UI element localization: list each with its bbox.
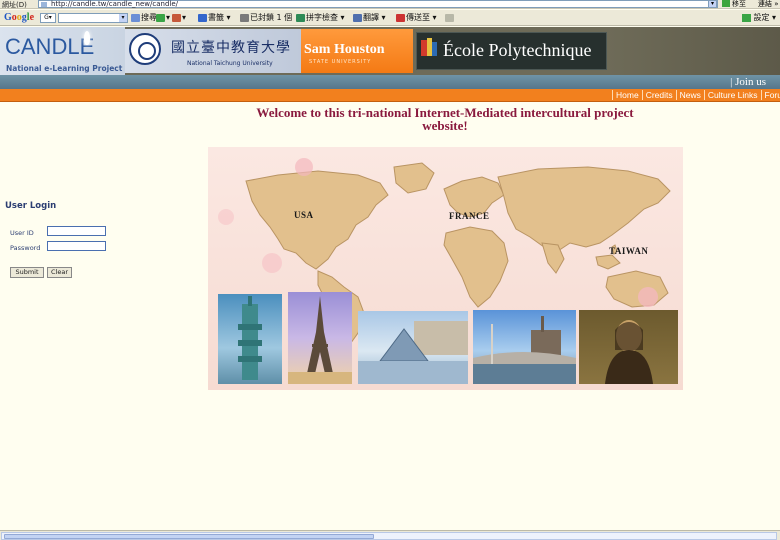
popup-blocker-icon bbox=[172, 13, 181, 22]
send-to-icon bbox=[396, 13, 405, 22]
address-bar: 網址(D) http://candle.tw/candle_new/candle… bbox=[0, 0, 780, 9]
map-label-france: FRANCE bbox=[449, 211, 490, 221]
user-id-label: User ID bbox=[10, 229, 34, 237]
ntcu-logo[interactable]: 國立臺中教育大學 National Taichung University bbox=[125, 29, 301, 73]
links-button[interactable]: 連結 » bbox=[758, 0, 779, 8]
translate-icon bbox=[353, 13, 362, 22]
status-bar bbox=[0, 530, 780, 540]
welcome-heading: Welcome to this tri-national Internet-Me… bbox=[200, 106, 690, 132]
page-icon bbox=[41, 2, 47, 7]
highlight-button[interactable] bbox=[445, 13, 455, 23]
scrollbar-thumb[interactable] bbox=[4, 534, 374, 539]
candle-subtitle: National e-Learning Project bbox=[6, 64, 123, 73]
spellcheck-button[interactable]: 拼字檢查 ▾ bbox=[296, 13, 345, 23]
polytechnique-emblem-icon bbox=[421, 38, 437, 56]
address-dropdown-icon[interactable]: ▾ bbox=[708, 0, 717, 8]
pagerank-icon bbox=[156, 13, 165, 22]
translate-button[interactable]: 翻譯 ▾ bbox=[353, 13, 386, 23]
user-id-input[interactable] bbox=[47, 226, 106, 236]
password-label: Password bbox=[10, 244, 41, 252]
site-banner: CANDLE National e-Learning Project 國立臺中教… bbox=[0, 27, 780, 75]
send-to-button[interactable]: 傳送至 ▾ bbox=[396, 13, 437, 23]
search-dropdown-icon[interactable]: ▾ bbox=[119, 14, 127, 22]
notre-dame-photo bbox=[473, 310, 576, 384]
nav-home[interactable]: Home bbox=[612, 90, 642, 100]
ntcu-chinese-name: 國立臺中教育大學 bbox=[171, 40, 291, 56]
login-title: User Login bbox=[5, 201, 57, 211]
candle-logo[interactable]: CANDLE National e-Learning Project bbox=[0, 27, 125, 75]
eiffel-tower-photo bbox=[288, 292, 352, 384]
mona-lisa-photo bbox=[579, 310, 678, 384]
blocked-popups-button[interactable]: 已封鎖 1 個 bbox=[240, 13, 292, 23]
address-label: 網址(D) bbox=[2, 1, 27, 9]
settings-icon bbox=[742, 13, 752, 22]
url-field[interactable]: http://candle.tw/candle_new/candle/ bbox=[38, 0, 718, 8]
ntcu-english-name: National Taichung University bbox=[187, 60, 273, 67]
popup-blocker-button[interactable]: ▾ bbox=[172, 13, 186, 23]
google-menu-button[interactable]: G▾ bbox=[40, 13, 56, 23]
polytechnique-logo[interactable]: École Polytechnique bbox=[416, 32, 607, 70]
nav-bar: Home Credits News Culture Links Forum bbox=[0, 89, 780, 102]
search-icon bbox=[131, 13, 140, 22]
nav-forum[interactable]: Forum bbox=[760, 90, 780, 100]
polytechnique-name: École Polytechnique bbox=[443, 40, 592, 60]
highlight-icon bbox=[445, 13, 454, 22]
bookmark-star-icon bbox=[198, 13, 207, 22]
horizontal-scrollbar[interactable] bbox=[1, 532, 777, 540]
map-label-taiwan: TAIWAN bbox=[609, 246, 649, 256]
louvre-pyramid-photo bbox=[358, 311, 468, 384]
shsu-logo[interactable]: Sam Houston STATE UNIVERSITY bbox=[301, 29, 413, 73]
shsu-subtitle: STATE UNIVERSITY bbox=[309, 59, 372, 65]
join-us-link[interactable]: | Join us bbox=[730, 76, 766, 88]
taipei-101-photo bbox=[218, 294, 282, 384]
go-arrow-icon bbox=[722, 0, 730, 7]
nav-credits[interactable]: Credits bbox=[641, 90, 676, 100]
nav-news[interactable]: News bbox=[675, 90, 704, 100]
url-text: http://candle.tw/candle_new/candle/ bbox=[51, 0, 178, 8]
blocked-icon bbox=[240, 13, 249, 22]
nav-culture-links[interactable]: Culture Links bbox=[703, 90, 761, 100]
join-bar: | Join us bbox=[0, 75, 780, 89]
pagerank-button[interactable]: ▾ bbox=[156, 13, 170, 23]
nav-menu: Home Credits News Culture Links Forum bbox=[612, 90, 780, 100]
clear-button[interactable]: Clear bbox=[47, 267, 72, 278]
welcome-line-2: website! bbox=[422, 118, 468, 133]
candle-title: CANDLE bbox=[5, 34, 95, 59]
world-map-collage: USA FRANCE TAIWAN bbox=[208, 147, 683, 390]
submit-button[interactable]: Submit bbox=[10, 267, 44, 278]
password-input[interactable] bbox=[47, 241, 106, 251]
map-label-usa: USA bbox=[294, 210, 314, 220]
shsu-name: Sam Houston bbox=[304, 42, 385, 57]
google-search-input[interactable]: ▾ bbox=[58, 13, 128, 23]
go-button[interactable]: 移至 bbox=[722, 0, 746, 8]
bookmark-button[interactable]: 書籤 ▾ bbox=[198, 13, 231, 23]
google-settings-button[interactable]: 設定 ▾ bbox=[742, 13, 776, 23]
candle-flame-icon bbox=[84, 31, 90, 45]
banner-filler bbox=[607, 27, 780, 75]
google-toolbar: Google G▾ ▾ 搜尋 ▾ ▾ ▾ 書籤 ▾ 已封鎖 1 個 拼字檢查 ▾… bbox=[0, 10, 780, 26]
google-logo: Google bbox=[4, 12, 35, 23]
university-seal-icon bbox=[129, 33, 161, 65]
spellcheck-icon bbox=[296, 13, 305, 22]
